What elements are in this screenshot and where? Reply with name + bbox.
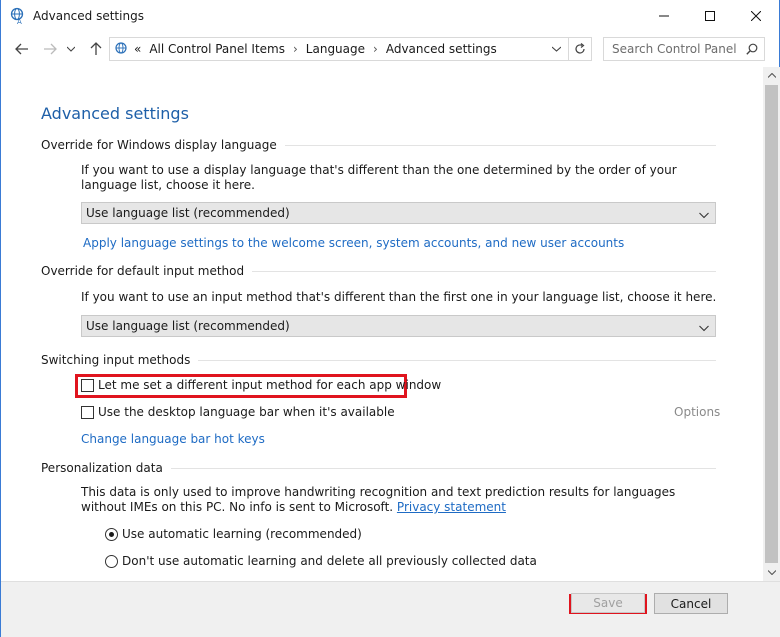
minimize-button[interactable] xyxy=(641,0,687,32)
chevron-up-icon xyxy=(767,73,776,78)
back-button[interactable] xyxy=(13,40,31,58)
control-panel-icon xyxy=(114,41,130,60)
input-method-description: If you want to use an input method that'… xyxy=(81,290,717,304)
breadcrumb-language[interactable]: Language xyxy=(306,42,365,56)
breadcrumb-overflow[interactable]: « xyxy=(134,42,141,56)
chevron-down-icon xyxy=(699,321,709,335)
section-divider xyxy=(252,270,716,272)
maximize-button[interactable] xyxy=(687,0,733,32)
desktop-language-bar-checkbox[interactable] xyxy=(81,405,94,419)
address-history-button[interactable] xyxy=(546,37,566,61)
maximize-icon xyxy=(705,11,715,21)
svg-text:A: A xyxy=(17,18,22,25)
section-heading: Personalization data xyxy=(41,461,163,475)
recent-locations-button[interactable] xyxy=(65,40,77,58)
page-title: Advanced settings xyxy=(41,104,189,123)
scroll-thumb[interactable] xyxy=(765,85,778,563)
section-input-method: Override for default input method xyxy=(41,264,716,278)
chevron-down-icon xyxy=(67,46,75,52)
address-bar[interactable]: « All Control Panel Items › Language › A… xyxy=(109,37,569,61)
back-arrow-icon xyxy=(15,43,28,55)
display-language-dropdown[interactable]: Use language list (recommended) xyxy=(81,202,716,224)
breadcrumb-separator-icon: › xyxy=(373,42,378,56)
no-automatic-learning-radio[interactable] xyxy=(105,554,118,568)
language-bar-options-link[interactable]: Options xyxy=(674,405,720,419)
window-title: Advanced settings xyxy=(33,9,144,23)
refresh-icon xyxy=(575,43,585,54)
minimize-icon xyxy=(659,15,669,17)
change-hot-keys-link[interactable]: Change language bar hot keys xyxy=(81,432,265,446)
display-language-description: If you want to use a display language th… xyxy=(81,163,677,192)
language-settings-icon: A xyxy=(9,7,27,26)
privacy-statement-link[interactable]: Privacy statement xyxy=(397,500,506,514)
no-automatic-learning-radio-row[interactable]: Don't use automatic learning and delete … xyxy=(105,554,537,568)
personalization-description: This data is only used to improve handwr… xyxy=(81,485,721,515)
chevron-down-icon xyxy=(551,46,561,52)
forward-arrow-icon xyxy=(44,43,57,55)
per-app-input-method-checkbox[interactable] xyxy=(81,378,94,392)
up-button[interactable] xyxy=(87,40,105,58)
forward-button[interactable] xyxy=(41,40,59,58)
search-box[interactable]: Search Control Panel xyxy=(603,37,765,61)
save-button[interactable]: Save xyxy=(571,593,645,613)
close-button[interactable] xyxy=(733,0,779,32)
section-divider xyxy=(170,467,716,469)
desktop-language-bar-checkbox-row[interactable]: Use the desktop language bar when it's a… xyxy=(81,405,395,419)
dialog-footer: Save Cancel xyxy=(1,581,780,637)
per-app-input-method-checkbox-row[interactable]: Let me set a different input method for … xyxy=(81,378,441,392)
chevron-down-icon xyxy=(699,208,709,222)
automatic-learning-radio[interactable] xyxy=(105,527,118,541)
checkbox-label: Let me set a different input method for … xyxy=(98,378,442,392)
section-heading: Override for default input method xyxy=(41,264,245,278)
dropdown-value: Use language list (recommended) xyxy=(86,319,290,333)
vertical-scrollbar[interactable] xyxy=(763,67,780,581)
scroll-down-button[interactable] xyxy=(763,564,780,581)
refresh-button[interactable] xyxy=(569,37,592,61)
section-heading: Switching input methods xyxy=(41,353,191,367)
automatic-learning-radio-row[interactable]: Use automatic learning (recommended) xyxy=(105,527,362,541)
personalization-text: This data is only used to improve handwr… xyxy=(81,485,676,514)
breadcrumb: « All Control Panel Items › Language › A… xyxy=(134,42,497,56)
section-personalization-data: Personalization data xyxy=(41,461,716,475)
content-pane: Advanced settings Override for Windows d… xyxy=(1,67,763,581)
apply-language-settings-link[interactable]: Apply language settings to the welcome s… xyxy=(83,236,624,250)
search-placeholder: Search Control Panel xyxy=(612,42,737,56)
radio-label: Use automatic learning (recommended) xyxy=(122,527,362,541)
section-heading: Override for Windows display language xyxy=(41,138,277,152)
breadcrumb-all-control-panel-items[interactable]: All Control Panel Items xyxy=(149,42,285,56)
checkbox-label: Use the desktop language bar when it's a… xyxy=(98,405,395,419)
close-icon xyxy=(751,11,761,21)
advanced-settings-window: A Advanced settings « All Control Panel … xyxy=(0,0,780,637)
section-divider xyxy=(198,359,716,361)
section-switching-input-methods: Switching input methods xyxy=(41,353,716,367)
breadcrumb-separator-icon: › xyxy=(292,42,298,56)
cancel-button[interactable]: Cancel xyxy=(654,593,728,614)
chevron-down-icon xyxy=(767,570,776,575)
radio-label: Don't use automatic learning and delete … xyxy=(122,554,537,568)
input-method-dropdown[interactable]: Use language list (recommended) xyxy=(81,315,716,337)
dropdown-value: Use language list (recommended) xyxy=(86,206,290,220)
breadcrumb-advanced-settings[interactable]: Advanced settings xyxy=(386,42,497,56)
search-icon[interactable] xyxy=(746,43,758,58)
title-bar: A Advanced settings xyxy=(1,0,779,32)
section-divider xyxy=(284,144,716,146)
section-display-language: Override for Windows display language xyxy=(41,138,716,152)
up-arrow-icon xyxy=(90,42,102,55)
scroll-up-button[interactable] xyxy=(763,67,780,84)
